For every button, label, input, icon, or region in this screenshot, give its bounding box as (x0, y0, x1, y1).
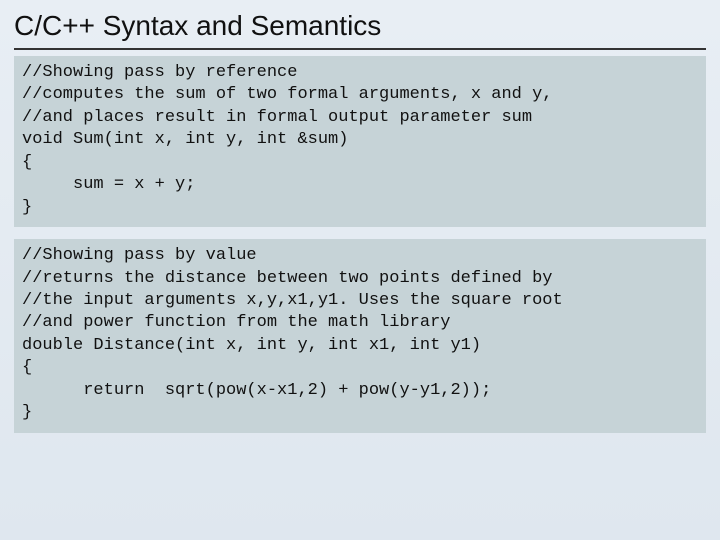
code-block-pass-by-reference: //Showing pass by reference //computes t… (14, 56, 706, 227)
code-block-pass-by-value: //Showing pass by value //returns the di… (14, 239, 706, 433)
page-title: C/C++ Syntax and Semantics (14, 10, 706, 42)
title-underline (14, 48, 706, 50)
slide: C/C++ Syntax and Semantics //Showing pas… (0, 0, 720, 540)
